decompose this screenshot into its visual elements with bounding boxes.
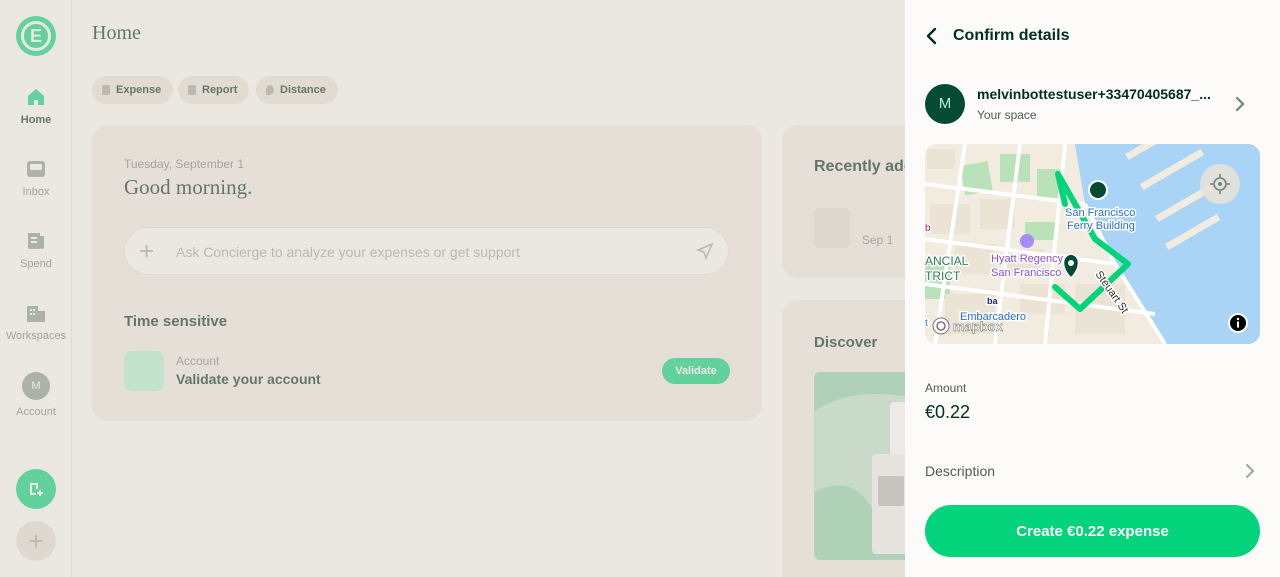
mapbox-wordmark: mapbox xyxy=(953,318,1003,334)
back-arrow-icon[interactable] xyxy=(920,24,944,48)
chevron-right-icon xyxy=(1235,96,1245,112)
space-subtitle: Your space xyxy=(977,108,1037,122)
panel-title: Confirm details xyxy=(953,27,1070,44)
mapbox-logo-icon xyxy=(932,317,950,335)
map-label: Hyatt Regency xyxy=(991,253,1064,265)
avatar: M xyxy=(925,84,965,124)
map-label: ba xyxy=(987,296,998,306)
space-name: melvinbottestuser+33470405687_... xyxy=(977,86,1211,102)
description-label: Description xyxy=(925,463,996,479)
map-label: ANCIAL xyxy=(925,254,969,268)
modal-overlay[interactable] xyxy=(0,0,905,577)
map-label: t xyxy=(925,318,928,329)
amount-value: €0.22 xyxy=(925,402,971,422)
map-label: San Francisco xyxy=(1065,207,1135,219)
create-expense-button[interactable]: Create €0.22 expense xyxy=(925,505,1260,557)
locate-button[interactable] xyxy=(1200,164,1240,204)
amount-label: Amount xyxy=(925,381,967,395)
mapbox-attribution[interactable]: mapbox xyxy=(932,316,1003,336)
crosshair-icon xyxy=(1210,174,1230,194)
map-label: b xyxy=(925,223,931,234)
map-label: TRICT xyxy=(925,269,961,283)
info-icon[interactable] xyxy=(1228,313,1248,333)
map-label: San Francisco xyxy=(991,267,1061,279)
map-label: Ferry Building xyxy=(1067,220,1135,232)
chevron-right-icon xyxy=(1245,463,1255,479)
